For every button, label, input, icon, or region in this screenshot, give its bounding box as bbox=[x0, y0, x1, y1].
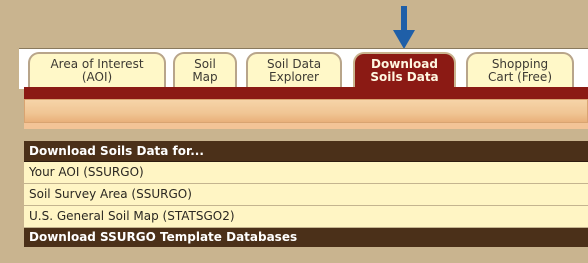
download-section-header[interactable]: Download Soils Data for... bbox=[24, 141, 588, 162]
tab-label-line2: Cart (Free) bbox=[487, 70, 552, 84]
tab-shopping-cart[interactable]: Shopping Cart (Free) bbox=[466, 52, 574, 87]
tab-soil-data-explorer[interactable]: Soil Data Explorer bbox=[246, 52, 342, 87]
toolbar-strip-footer bbox=[24, 123, 588, 129]
tab-label-line2: (AOI) bbox=[81, 70, 113, 84]
download-item-survey-area[interactable]: Soil Survey Area (SSURGO) bbox=[24, 184, 588, 206]
tab-soil-map[interactable]: Soil Map bbox=[173, 52, 237, 87]
tab-download-soils-data[interactable]: Download Soils Data bbox=[353, 52, 456, 87]
tab-label-line2: Soils Data bbox=[370, 70, 439, 84]
down-arrow-icon bbox=[393, 6, 415, 49]
template-section-header[interactable]: Download SSURGO Template Databases bbox=[24, 228, 588, 247]
active-tab-banner bbox=[24, 87, 588, 99]
tab-label-line2: Map bbox=[192, 70, 218, 84]
toolbar-strip bbox=[24, 99, 588, 123]
download-item-aoi[interactable]: Your AOI (SSURGO) bbox=[24, 162, 588, 184]
tab-label-line2: Explorer bbox=[269, 70, 319, 84]
download-panel: Download Soils Data for... Your AOI (SSU… bbox=[24, 141, 588, 247]
tab-area-of-interest[interactable]: Area of Interest (AOI) bbox=[28, 52, 166, 87]
download-item-statsgo2[interactable]: U.S. General Soil Map (STATSGO2) bbox=[24, 206, 588, 228]
